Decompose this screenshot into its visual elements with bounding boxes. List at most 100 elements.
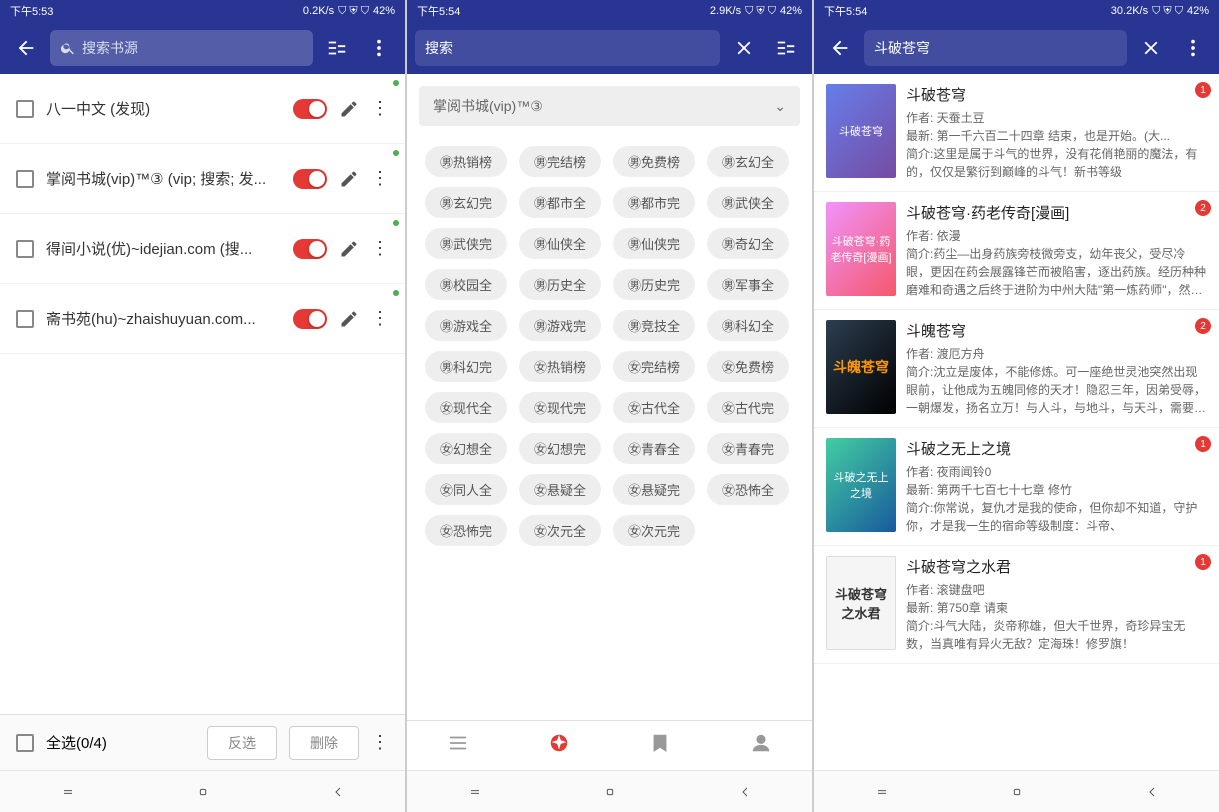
- back-icon[interactable]: [1144, 784, 1160, 800]
- category-tag[interactable]: ㊛古代全: [613, 392, 695, 423]
- category-tag[interactable]: ㊚热销榜: [425, 146, 507, 177]
- more-icon[interactable]: ⋮: [371, 168, 389, 189]
- source-checkbox[interactable]: [16, 100, 34, 118]
- category-tag[interactable]: ㊛次元完: [613, 515, 695, 546]
- source-toggle[interactable]: [293, 99, 327, 119]
- result-item[interactable]: 斗破苍穹 斗破苍穹 作者: 天蚕土豆最新: 第一千六百二十四章 结束，也是开始。…: [814, 74, 1219, 192]
- tab-profile[interactable]: [750, 732, 772, 759]
- group-icon[interactable]: [319, 30, 355, 66]
- home-icon[interactable]: [602, 784, 618, 800]
- category-tag[interactable]: ㊛古代完: [707, 392, 789, 423]
- source-checkbox[interactable]: [16, 240, 34, 258]
- category-tag[interactable]: ㊛恐怖全: [707, 474, 789, 505]
- category-tag[interactable]: ㊛热销榜: [519, 351, 601, 382]
- back-icon[interactable]: [737, 784, 753, 800]
- invert-button[interactable]: 反选: [207, 726, 277, 760]
- search-query: 斗破苍穹: [874, 38, 930, 58]
- category-tag[interactable]: ㊚都市完: [613, 187, 695, 218]
- result-item[interactable]: 斗破苍穹之水君 斗破苍穹之水君 作者: 滚键盘吧最新: 第750章 请柬简介:斗…: [814, 546, 1219, 664]
- category-tag[interactable]: ㊚玄幻完: [425, 187, 507, 218]
- source-toggle[interactable]: [293, 309, 327, 329]
- back-button[interactable]: [8, 30, 44, 66]
- search-input[interactable]: 斗破苍穹: [864, 30, 1127, 66]
- category-tag[interactable]: ㊚玄幻全: [707, 146, 789, 177]
- status-bar: 下午5:54 2.9K/s ⛉ ⛨ ⛉ 42%: [407, 0, 812, 22]
- more-menu-button[interactable]: [361, 30, 397, 66]
- result-badge: 1: [1195, 554, 1211, 570]
- recents-icon[interactable]: [467, 784, 483, 800]
- category-tag[interactable]: ㊚竞技全: [613, 310, 695, 341]
- search-input[interactable]: 搜索: [415, 30, 720, 66]
- recents-icon[interactable]: [874, 784, 890, 800]
- category-tag[interactable]: ㊛恐怖完: [425, 515, 507, 546]
- source-row[interactable]: 斋书苑(hu)~zhaishuyuan.com... ⋮: [0, 284, 405, 354]
- category-tag[interactable]: ㊛免费榜: [707, 351, 789, 382]
- category-tag[interactable]: ㊚免费榜: [613, 146, 695, 177]
- back-icon[interactable]: [330, 784, 346, 800]
- category-tag[interactable]: ㊚校园全: [425, 269, 507, 300]
- category-tag[interactable]: ㊚军事全: [707, 269, 789, 300]
- source-checkbox[interactable]: [16, 170, 34, 188]
- category-tag[interactable]: ㊚仙侠全: [519, 228, 601, 259]
- edit-icon[interactable]: [339, 99, 359, 119]
- edit-icon[interactable]: [339, 309, 359, 329]
- more-icon[interactable]: ⋮: [371, 732, 389, 753]
- category-tag[interactable]: ㊚游戏完: [519, 310, 601, 341]
- group-icon[interactable]: [768, 30, 804, 66]
- home-icon[interactable]: [1009, 784, 1025, 800]
- category-tag[interactable]: ㊛悬疑完: [613, 474, 695, 505]
- delete-button[interactable]: 删除: [289, 726, 359, 760]
- more-icon[interactable]: ⋮: [371, 238, 389, 259]
- back-button[interactable]: [822, 30, 858, 66]
- tab-bookshelf[interactable]: [447, 732, 469, 759]
- select-all-checkbox[interactable]: [16, 734, 34, 752]
- category-tag[interactable]: ㊛幻想完: [519, 433, 601, 464]
- category-tag[interactable]: ㊛现代完: [519, 392, 601, 423]
- category-tag[interactable]: ㊚完结榜: [519, 146, 601, 177]
- category-tag[interactable]: ㊚科幻全: [707, 310, 789, 341]
- more-menu-button[interactable]: [1175, 30, 1211, 66]
- source-dropdown[interactable]: 掌阅书城(vip)™③ ⌄: [419, 86, 800, 126]
- category-tag[interactable]: ㊛次元全: [519, 515, 601, 546]
- tag-grid: ㊚热销榜㊚完结榜㊚免费榜㊚玄幻全㊚玄幻完㊚都市全㊚都市完㊚武侠全㊚武侠完㊚仙侠全…: [407, 134, 812, 558]
- category-tag[interactable]: ㊚历史完: [613, 269, 695, 300]
- source-row[interactable]: 八一中文 (发现) ⋮: [0, 74, 405, 144]
- clear-button[interactable]: [1133, 30, 1169, 66]
- category-tag[interactable]: ㊚仙侠完: [613, 228, 695, 259]
- book-cover: 斗魄苍穹: [826, 320, 896, 414]
- source-checkbox[interactable]: [16, 310, 34, 328]
- result-item[interactable]: 斗破苍穹·药老传奇[漫画] 斗破苍穹·药老传奇[漫画] 作者: 依漫简介:药尘—…: [814, 192, 1219, 310]
- result-item[interactable]: 斗破之无上之境 斗破之无上之境 作者: 夜雨闻铃0最新: 第两千七百七十七章 修…: [814, 428, 1219, 546]
- category-tag[interactable]: ㊚科幻完: [425, 351, 507, 382]
- category-tag[interactable]: ㊛幻想全: [425, 433, 507, 464]
- search-input[interactable]: 搜索书源: [50, 30, 313, 66]
- category-tag[interactable]: ㊚历史全: [519, 269, 601, 300]
- recents-icon[interactable]: [60, 784, 76, 800]
- category-tag[interactable]: ㊚游戏全: [425, 310, 507, 341]
- category-tag[interactable]: ㊛青春完: [707, 433, 789, 464]
- source-toggle[interactable]: [293, 169, 327, 189]
- home-icon[interactable]: [195, 784, 211, 800]
- edit-icon[interactable]: [339, 169, 359, 189]
- category-tag[interactable]: ㊛完结榜: [613, 351, 695, 382]
- category-tag[interactable]: ㊛悬疑全: [519, 474, 601, 505]
- more-icon[interactable]: ⋮: [371, 308, 389, 329]
- close-button[interactable]: [726, 30, 762, 66]
- status-speed: 2.9K/s: [710, 5, 741, 17]
- result-item[interactable]: 斗魄苍穹 斗魄苍穹 作者: 渡厄方舟简介:沈立是废体，不能修炼。可一座绝世灵池突…: [814, 310, 1219, 428]
- category-tag[interactable]: ㊚奇幻全: [707, 228, 789, 259]
- tab-discover[interactable]: [548, 732, 570, 759]
- category-tag[interactable]: ㊚武侠完: [425, 228, 507, 259]
- source-toggle[interactable]: [293, 239, 327, 259]
- tab-bookmark[interactable]: [649, 732, 671, 759]
- category-tag[interactable]: ㊛同人全: [425, 474, 507, 505]
- source-row[interactable]: 得间小说(优)~idejian.com (搜... ⋮: [0, 214, 405, 284]
- edit-icon[interactable]: [339, 239, 359, 259]
- source-label: 八一中文 (发现): [46, 98, 281, 119]
- category-tag[interactable]: ㊚武侠全: [707, 187, 789, 218]
- category-tag[interactable]: ㊛青春全: [613, 433, 695, 464]
- category-tag[interactable]: ㊛现代全: [425, 392, 507, 423]
- source-row[interactable]: 掌阅书城(vip)™③ (vip; 搜索; 发... ⋮: [0, 144, 405, 214]
- category-tag[interactable]: ㊚都市全: [519, 187, 601, 218]
- more-icon[interactable]: ⋮: [371, 98, 389, 119]
